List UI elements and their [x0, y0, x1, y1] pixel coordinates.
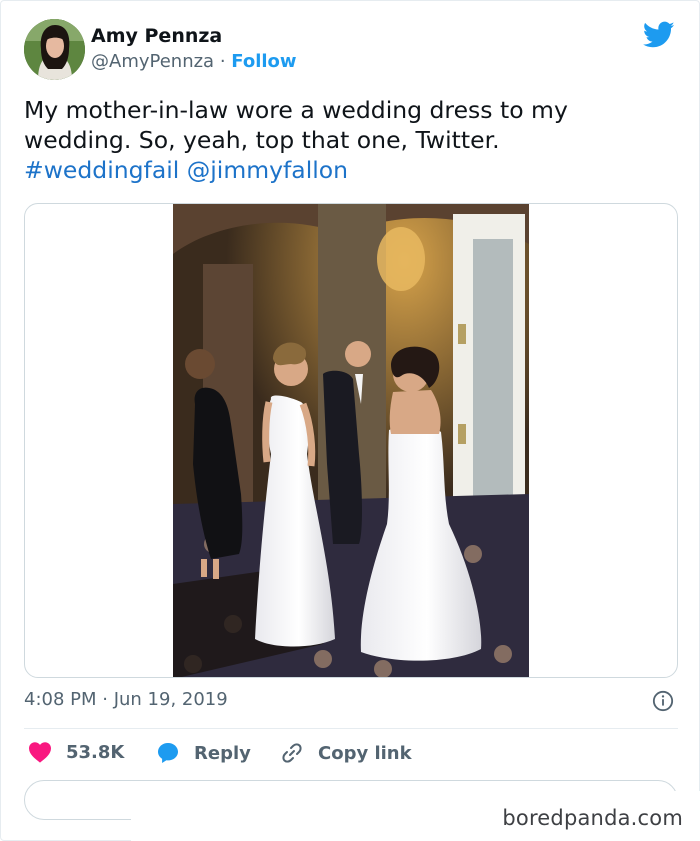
- heart-icon: [29, 742, 51, 763]
- copy-link-button[interactable]: Copy link: [280, 741, 412, 765]
- copy-link-label: Copy link: [318, 742, 412, 764]
- like-count: 53.8K: [66, 741, 125, 763]
- hashtag-link[interactable]: #weddingfail: [24, 156, 179, 184]
- tweet-text-line-1: My mother-in-law wore a wedding dress to…: [24, 96, 568, 124]
- tweet-card: Amy Pennza @AmyPennza · Follow My mother…: [0, 0, 700, 841]
- link-icon: [282, 743, 302, 763]
- tweet-text: My mother-in-law wore a wedding dress to…: [24, 95, 664, 185]
- tweet-links: #weddingfail @jimmyfallon: [24, 155, 664, 185]
- media-frame[interactable]: [24, 203, 678, 678]
- tweet-header: Amy Pennza @AmyPennza · Follow: [24, 19, 679, 81]
- mention-link[interactable]: @jimmyfallon: [187, 156, 348, 184]
- tweet-text-line-2: wedding. So, yeah, top that one, Twitter…: [24, 126, 500, 154]
- like-button[interactable]: 53.8K: [28, 741, 124, 763]
- tweet-timestamp[interactable]: 4:08 PM · Jun 19, 2019: [24, 689, 228, 710]
- tweet-photo[interactable]: [173, 204, 529, 677]
- info-icon[interactable]: [652, 690, 674, 712]
- divider: [24, 728, 678, 729]
- twitter-bird-icon[interactable]: [643, 21, 675, 49]
- author-handle[interactable]: @AmyPennza: [91, 51, 214, 72]
- reply-bubble-icon: [158, 743, 178, 763]
- watermark: boredpanda.com: [502, 806, 683, 830]
- reply-button[interactable]: Reply: [156, 741, 251, 765]
- reply-label: Reply: [194, 742, 251, 764]
- follow-link[interactable]: Follow: [231, 51, 296, 72]
- handle-separator: ·: [214, 51, 232, 72]
- author-block: Amy Pennza @AmyPennza · Follow: [91, 25, 297, 74]
- avatar[interactable]: [24, 19, 85, 80]
- handle-row: @AmyPennza · Follow: [91, 50, 297, 74]
- author-name[interactable]: Amy Pennza: [91, 25, 297, 47]
